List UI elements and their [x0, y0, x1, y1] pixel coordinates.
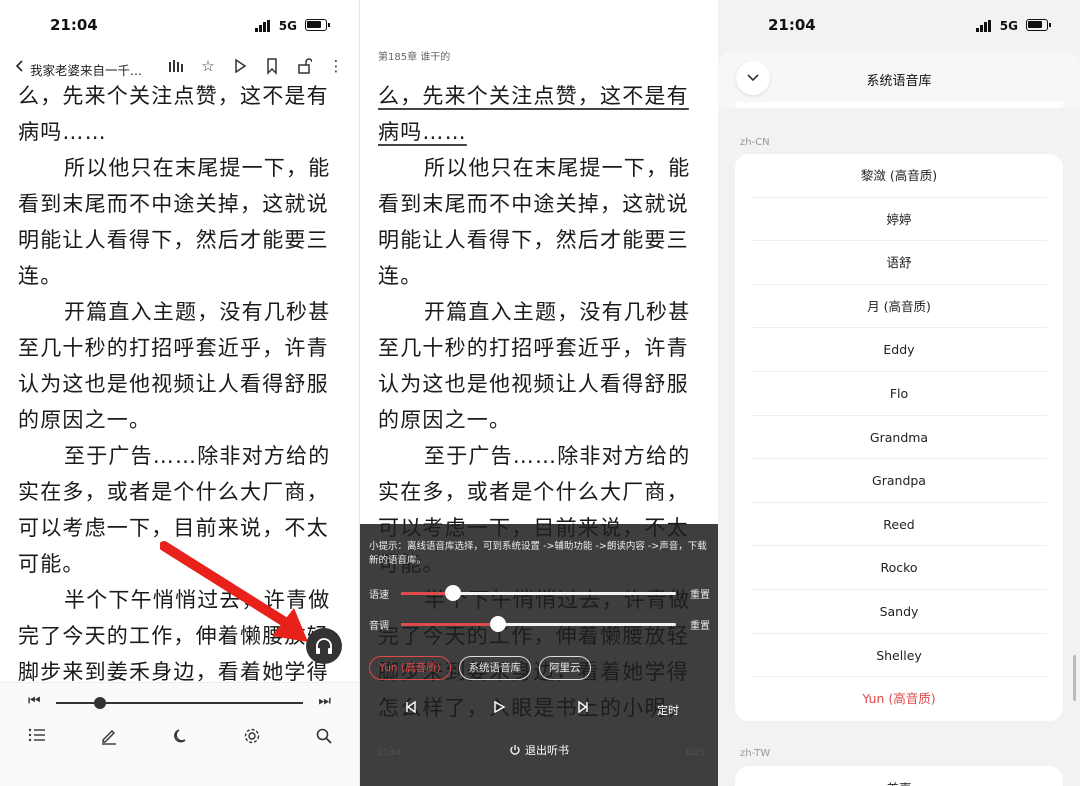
voice-item[interactable]: Reed	[751, 503, 1047, 547]
status-bar: 21:04 5G	[718, 14, 1080, 40]
status-time: 21:04	[50, 16, 98, 34]
pitch-knob[interactable]	[489, 616, 506, 632]
pitch-slider[interactable]: 音调 重置	[369, 615, 710, 633]
star-icon[interactable]: ☆	[199, 56, 217, 76]
book-title[interactable]: 我家老婆来自一千...	[30, 60, 142, 79]
power-icon	[510, 745, 520, 755]
paragraph: 么，先来个关注点赞，这不是有病吗……	[378, 78, 708, 150]
exit-listen-button[interactable]: 退出听书	[360, 742, 718, 762]
speed-knob[interactable]	[445, 585, 462, 601]
voice-engine-chip[interactable]: 阿里云	[539, 656, 591, 680]
voice-engine-selector: Yun (高音质) 系统语音库 阿里云	[369, 656, 591, 680]
sheet-strip	[734, 102, 1064, 108]
sheet-title: 系统语音库	[866, 74, 932, 89]
paragraph: 么，先来个关注点赞，这不是有病吗……	[18, 84, 329, 144]
lock-icon[interactable]	[295, 56, 313, 76]
settings-icon[interactable]	[241, 727, 263, 749]
signal-icon	[255, 20, 271, 32]
paragraph: 所以他只在末尾提一下，能看到末尾而不中途关掉，这就说明能让人看得下，然后才能要三…	[378, 156, 691, 288]
next-chapter-icon[interactable]: ⏭	[318, 693, 331, 709]
scrollbar[interactable]	[1073, 655, 1076, 701]
playback-controls: 定时	[360, 700, 718, 720]
voice-item[interactable]: 黎潋 (高音质)	[751, 154, 1047, 198]
play-icon[interactable]	[492, 700, 506, 718]
speed-reset-button[interactable]: 重置	[690, 586, 710, 601]
play-icon[interactable]	[231, 56, 249, 76]
status-bar: 21:04 5G	[0, 14, 359, 40]
voice-item[interactable]: 婷婷	[751, 198, 1047, 242]
voice-item[interactable]: Sandy	[751, 590, 1047, 634]
previous-chapter-icon[interactable]: ⏮	[28, 693, 41, 709]
voice-list-zh-cn: 黎潋 (高音质) 婷婷 语舒月 (高音质) Eddy Flo Grandma Grandpa…	[735, 154, 1063, 721]
signal-icon	[976, 20, 992, 32]
battery-icon	[305, 19, 330, 31]
footer-time: 21:04	[378, 748, 402, 757]
voice-list-zh-tw: 美嘉	[735, 766, 1063, 786]
tts-control-panel: 小提示：离线语音库选择，可到系统设置 ->辅助功能 ->朗读内容 ->声音，下载…	[360, 524, 718, 786]
voice-item[interactable]: Grandpa	[751, 459, 1047, 503]
network-label: 5G	[278, 19, 297, 33]
voice-engine-chip[interactable]: Yun (高音质)	[369, 656, 451, 680]
voice-item[interactable]: Shelley	[751, 634, 1047, 678]
voice-item[interactable]: 语舒	[751, 241, 1047, 285]
chapter-progress[interactable]: ⏮ ⏭	[18, 693, 341, 713]
tts-player-screen: 第185章 谁干的 么，先来个关注点赞，这不是有病吗…… 所以他只在末尾提一下，能…	[359, 0, 718, 786]
pitch-label: 音调	[369, 621, 389, 632]
section-label-zh-cn: zh-CN	[740, 137, 770, 148]
reader-screen: 21:04 5G 我家老婆来自一千... ☆ ⋮ 么，先来个关注点赞，这不是有病…	[0, 0, 359, 786]
more-icon[interactable]: ⋮	[327, 56, 345, 76]
back-icon[interactable]	[14, 56, 24, 80]
voice-item[interactable]: 月 (高音质)	[751, 285, 1047, 329]
battery-icon	[1026, 19, 1051, 31]
previous-icon[interactable]	[404, 700, 418, 718]
paragraph: 所以他只在末尾提一下，能看到末尾而不中途关掉，这就说明能让人看得下，然后才能要三…	[18, 156, 331, 288]
network-label: 5G	[999, 19, 1018, 33]
toc-icon[interactable]	[26, 727, 48, 749]
voice-item[interactable]: Eddy	[751, 328, 1047, 372]
voice-item[interactable]: Rocko	[751, 546, 1047, 590]
voice-item[interactable]: Yun (高音质)	[751, 677, 1047, 721]
next-icon[interactable]	[576, 700, 590, 718]
voice-engine-chip[interactable]: 系统语音库	[458, 656, 532, 680]
reader-bottom-bar: ⏮ ⏭	[0, 682, 359, 786]
night-mode-icon[interactable]	[170, 727, 192, 749]
paragraph: 至于广告……除非对方给的实在多，或者是个什么大厂商，可以考虑一下，目前来说，不太…	[18, 444, 331, 576]
paragraph: 开篇直入主题，没有几秒甚至几十秒的打招呼套近乎，许青认为这也是他视频让人看得舒服…	[18, 300, 331, 432]
listen-book-button[interactable]	[306, 628, 342, 664]
footer-page: 6/23	[686, 748, 704, 757]
chapter-title: 第185章 谁干的	[378, 52, 451, 63]
voice-item[interactable]: Grandma	[751, 416, 1047, 460]
speed-slider[interactable]: 语速 重置	[369, 584, 710, 602]
sheet-header: 系统语音库	[718, 52, 1080, 108]
pitch-reset-button[interactable]: 重置	[690, 617, 710, 632]
progress-knob[interactable]	[94, 697, 107, 709]
audio-wave-icon[interactable]	[167, 56, 185, 76]
exit-listen-label: 退出听书	[525, 744, 569, 757]
search-icon[interactable]	[313, 727, 335, 749]
pencil-icon[interactable]	[98, 727, 120, 749]
voice-library-screen: 21:04 5G 系统语音库 zh-CN 黎潋 (高音质) 婷婷 语舒月 (高音质)…	[718, 0, 1080, 786]
status-time: 21:04	[768, 16, 816, 34]
current-reading-sentence: 么，先来个关注点赞，这不是有病吗……	[378, 84, 689, 144]
speed-label: 语速	[369, 590, 389, 601]
section-label-zh-tw: zh-TW	[740, 748, 771, 759]
headphone-icon	[316, 638, 332, 654]
timer-button[interactable]: 定时	[657, 702, 679, 718]
voice-item[interactable]: 美嘉	[751, 766, 1047, 786]
voice-item[interactable]: Flo	[751, 372, 1047, 416]
chapter-text: 么，先来个关注点赞，这不是有病吗…… 所以他只在末尾提一下，能看到末尾而不中途关掉…	[18, 78, 348, 726]
paragraph: 开篇直入主题，没有几秒甚至几十秒的打招呼套近乎，许青认为这也是他视频让人看得舒服…	[378, 300, 691, 432]
bookmark-icon[interactable]	[263, 56, 281, 76]
tts-tip: 小提示：离线语音库选择，可到系统设置 ->辅助功能 ->朗读内容 ->声音，下载…	[369, 541, 707, 566]
